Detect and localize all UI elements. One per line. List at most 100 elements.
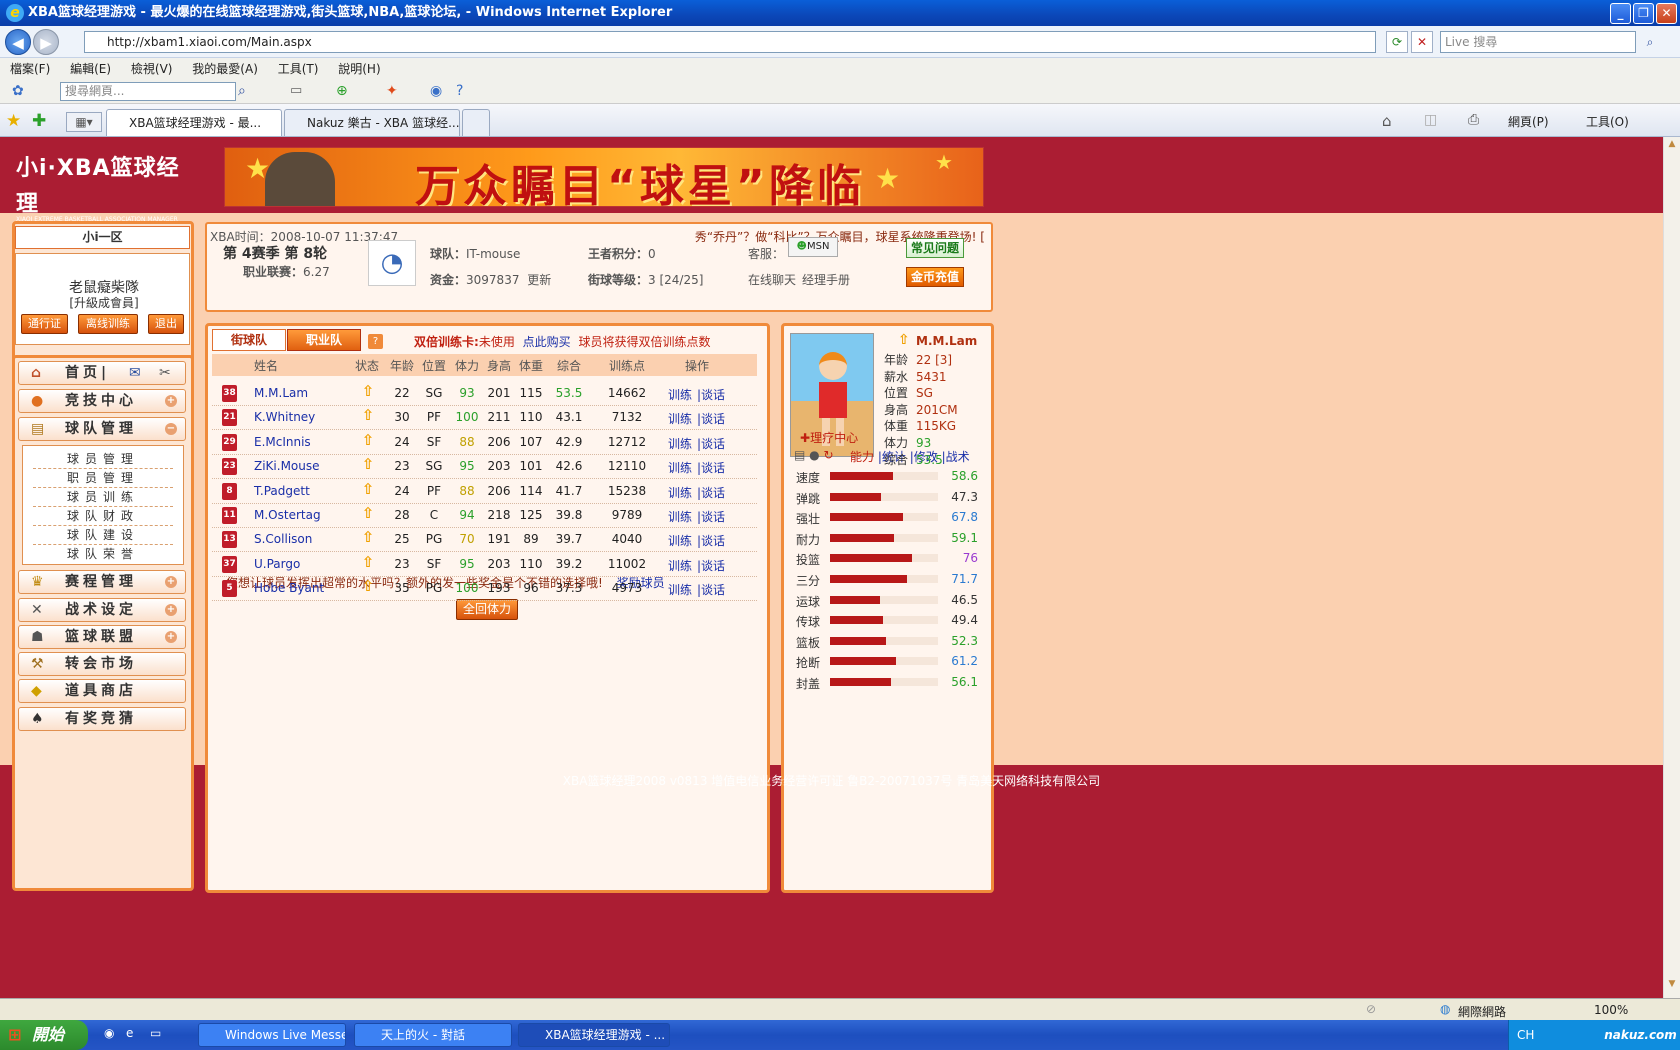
help-icon[interactable]: ? [368, 334, 383, 349]
minimize-button[interactable]: _ [1610, 3, 1631, 24]
talk-link[interactable]: |谈话 [694, 581, 728, 598]
player-name-link[interactable]: Hobe Byant [254, 581, 324, 595]
menu-help[interactable]: 說明(H) [338, 62, 380, 76]
tools-icon[interactable]: ◉ [430, 83, 448, 101]
train-link[interactable]: 训练 [667, 557, 693, 574]
nav-schedule[interactable]: ♛ 赛程管理 + [18, 570, 186, 594]
nav-transfer[interactable]: ⚒ 转会市场 [18, 652, 186, 676]
train-link[interactable]: 训练 [667, 410, 693, 427]
tab-pro-team[interactable]: 职业队 [287, 329, 361, 351]
add-favorite-icon[interactable]: ✚ [32, 111, 46, 131]
tab-street-team[interactable]: 街球队 [212, 329, 286, 351]
nav-quiz[interactable]: ♠ 有奖竞猜 [18, 707, 186, 731]
faq-button[interactable]: 常见问题 [906, 238, 964, 258]
train-link[interactable]: 训练 [667, 508, 693, 525]
train-link[interactable]: 训练 [667, 484, 693, 501]
forward-button[interactable]: ▶ [33, 29, 59, 55]
talk-link[interactable]: |谈话 [694, 508, 728, 525]
msn-button[interactable]: ☻MSN [788, 237, 838, 257]
ie-quicklaunch-icon[interactable]: e [126, 1026, 133, 1040]
player-name-link[interactable]: M.Ostertag [254, 508, 321, 522]
menu-file[interactable]: 檔案(F) [10, 62, 50, 76]
start-button[interactable]: ⊞ 開始 [0, 1020, 88, 1050]
submenu-player-management[interactable]: 球员管理 [33, 450, 173, 469]
link-ability[interactable]: 能力 [850, 450, 874, 464]
talk-link[interactable]: |谈话 [694, 410, 728, 427]
submenu-team-building[interactable]: 球队建设 [33, 526, 173, 545]
talk-link[interactable]: |谈话 [694, 484, 728, 501]
talk-link[interactable]: |谈话 [694, 459, 728, 476]
menu-edit[interactable]: 編輯(E) [70, 62, 111, 76]
task-chat[interactable]: 天上的火 - 對話 [354, 1023, 512, 1047]
favorites-star-icon[interactable]: ★ [6, 111, 21, 131]
nav-tactics[interactable]: ✕ 战术设定 + [18, 598, 186, 622]
offline-training-button[interactable]: 离线训练 [78, 314, 138, 334]
zoom-level[interactable]: 100% [1594, 1003, 1628, 1017]
train-link[interactable]: 训练 [667, 386, 693, 403]
talk-link[interactable]: |谈话 [694, 532, 728, 549]
player-name-link[interactable]: ZiKi.Mouse [254, 459, 320, 473]
scroll-up-icon[interactable]: ▲ [1666, 139, 1678, 153]
close-button[interactable]: ✕ [1656, 3, 1677, 24]
menu-favorites[interactable]: 我的最愛(A) [192, 62, 258, 76]
quick-tabs-icon[interactable]: ▦▾ [66, 112, 102, 132]
highlight-icon[interactable]: ▭ [290, 83, 308, 101]
tab-xba[interactable]: XBA篮球经理游戏 - 最... [106, 109, 282, 136]
vertical-scrollbar[interactable]: ▲ ▼ [1663, 137, 1680, 998]
restore-stamina-button[interactable]: 全回体力 [456, 599, 518, 620]
web-search-input[interactable]: 搜尋網頁... [60, 82, 236, 101]
expand-icon[interactable]: + [165, 576, 177, 588]
print-icon[interactable]: ⎙ [1468, 112, 1479, 128]
stop-icon[interactable]: ✕ [1411, 31, 1433, 53]
home-icon[interactable]: ⌂ [1382, 112, 1392, 130]
submenu-finance[interactable]: 球队财政 [33, 507, 173, 526]
feeds-icon[interactable]: ◫ [1424, 112, 1437, 128]
search-icon[interactable]: ⌕ [1640, 31, 1660, 53]
link-tactics[interactable]: |战术 [942, 450, 970, 464]
url-field[interactable]: http://xbam1.xiaoi.com/Main.aspx [84, 31, 1376, 53]
task-messenger[interactable]: Windows Live Messen... [198, 1023, 346, 1047]
language-indicator[interactable]: CH [1517, 1028, 1534, 1042]
toolbar-search-icon[interactable]: ⌕ [238, 83, 256, 101]
menu-view[interactable]: 檢視(V) [131, 62, 173, 76]
team-logo[interactable]: ◔ [368, 240, 416, 286]
tab-nakuz[interactable]: Nakuz 樂古 - XBA 篮球经... [284, 109, 460, 136]
train-link[interactable]: 训练 [667, 459, 693, 476]
submenu-staff-management[interactable]: 职员管理 [33, 469, 173, 488]
player-name-link[interactable]: U.Pargo [254, 557, 300, 571]
expand-icon[interactable]: + [165, 631, 177, 643]
logout-button[interactable]: 退出 [148, 314, 184, 334]
scroll-down-icon[interactable]: ▼ [1666, 979, 1678, 993]
site-logo[interactable]: 小i·XBA篮球经理 XIAOI EXTREME BASKETBALL ASSO… [16, 151, 191, 223]
update-link[interactable]: 更新 [527, 273, 551, 287]
buy-link[interactable]: 点此购买 [523, 335, 571, 349]
chat-link[interactable]: 在线聊天 [748, 271, 796, 288]
desktop-icon[interactable]: ▭ [150, 1026, 161, 1040]
back-button[interactable]: ◀ [5, 29, 31, 55]
mail-icon[interactable]: ✉ [129, 362, 141, 384]
new-tab-button[interactable] [462, 109, 490, 136]
refresh-icon[interactable]: ↻ [823, 448, 833, 462]
submenu-player-training[interactable]: 球员训练 [33, 488, 173, 507]
nav-league[interactable]: ☗ 篮球联盟 + [18, 625, 186, 649]
task-ie[interactable]: XBA篮球经理游戏 - ... [518, 1023, 670, 1047]
member-upgrade-link[interactable]: [升級成會員] [24, 294, 184, 311]
recharge-button[interactable]: 金币充值 [906, 267, 964, 287]
player-name-link[interactable]: E.McInnis [254, 435, 311, 449]
add-icon[interactable]: ⊕ [336, 83, 354, 101]
player-name-link[interactable]: S.Collison [254, 532, 312, 546]
bomb-icon[interactable]: ● [809, 448, 819, 462]
talk-link[interactable]: |谈话 [694, 435, 728, 452]
player-name-link[interactable]: M.M.Lam [254, 386, 308, 400]
pass-button[interactable]: 通行证 [21, 314, 68, 334]
expand-icon[interactable]: + [165, 395, 177, 407]
nav-arena[interactable]: ● 竞技中心 + [18, 389, 186, 413]
collapse-icon[interactable]: − [165, 423, 177, 435]
refresh-icon[interactable]: ⟳ [1386, 31, 1408, 53]
submenu-honors[interactable]: 球队荣誉 [33, 545, 173, 564]
player-name-link[interactable]: T.Padgett [254, 484, 310, 498]
live-search-input[interactable]: Live 搜尋 [1440, 31, 1636, 53]
menu-tools[interactable]: 工具(T) [278, 62, 319, 76]
messenger-icon[interactable]: ✦ [386, 83, 404, 101]
live-icon[interactable]: ✿ [12, 83, 30, 101]
